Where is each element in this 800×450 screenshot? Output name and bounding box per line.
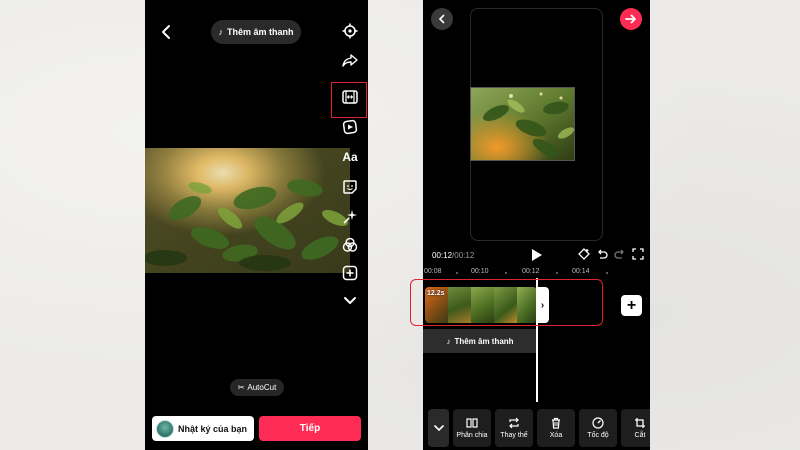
left-phone-screen: ♪ Thêm âm thanh Aa ✂ AutoCut Nhật ký của…: [145, 0, 368, 450]
fullscreen-icon[interactable]: [632, 248, 644, 260]
back-arrow-icon[interactable]: [157, 22, 177, 42]
autocut-label: AutoCut: [247, 383, 277, 392]
add-sound-button[interactable]: ♪ Thêm âm thanh: [211, 20, 301, 44]
play-icon[interactable]: [531, 248, 543, 262]
next-button[interactable]: Tiếp: [259, 416, 361, 441]
text-icon[interactable]: Aa: [341, 148, 359, 166]
collapse-toolbar-button[interactable]: [428, 409, 449, 447]
total-time: 00:12: [454, 251, 475, 260]
crop-button[interactable]: Cắt: [621, 409, 650, 447]
sticker-icon[interactable]: [341, 178, 359, 196]
split-button[interactable]: Phân chia: [453, 409, 491, 447]
replace-button[interactable]: Thay thế: [495, 409, 533, 447]
speed-button[interactable]: Tốc độ: [579, 409, 617, 447]
ruler-tick: 00:12: [522, 268, 540, 275]
delete-icon: [552, 417, 560, 429]
delete-label: Xóa: [549, 432, 563, 439]
split-icon: [466, 418, 478, 428]
delete-button[interactable]: Xóa: [537, 409, 575, 447]
settings-icon[interactable]: [341, 22, 359, 40]
continue-button[interactable]: [620, 8, 642, 30]
crop-icon: [635, 418, 645, 428]
music-note-icon: ♪: [218, 27, 223, 37]
timeline-ruler: 00:08 00:10 00:12 00:14: [423, 268, 650, 278]
replace-label: Thay thế: [500, 432, 528, 439]
plus-icon: +: [626, 296, 637, 314]
foliage-video-frame: [145, 148, 350, 273]
ruler-tick: 00:10: [471, 268, 489, 275]
chevron-left-icon: [438, 14, 445, 24]
add-clip-button[interactable]: +: [621, 295, 642, 316]
chevron-down-icon[interactable]: [341, 292, 359, 310]
speed-label: Tốc độ: [587, 432, 609, 439]
right-phone-screen: 00:12/00:12 00:08 00:10 00:12 00:14 12.2…: [423, 0, 650, 450]
split-label: Phân chia: [456, 432, 488, 439]
diary-label: Nhật ký của bạn: [178, 423, 248, 434]
sparkle-icon[interactable]: [341, 208, 359, 226]
add-icon[interactable]: [341, 264, 359, 282]
add-sound-track[interactable]: ♪ Thêm âm thanh: [423, 329, 537, 353]
music-note-icon: ♪: [446, 336, 451, 346]
arrow-right-icon: [625, 14, 636, 24]
filters-icon[interactable]: [341, 236, 359, 254]
autocut-button[interactable]: ✂ AutoCut: [230, 379, 284, 396]
back-button[interactable]: [431, 8, 453, 30]
avatar: [156, 419, 174, 438]
clip-highlight-box: [410, 279, 603, 326]
share-arrow-icon[interactable]: [341, 52, 359, 70]
ruler-tick: 00:14: [572, 268, 590, 275]
undo-icon[interactable]: [596, 248, 608, 260]
preview-video[interactable]: [470, 87, 575, 161]
your-diary-button[interactable]: Nhật ký của bạn: [152, 416, 254, 441]
autocut-icon: ✂: [237, 383, 245, 392]
current-time: 00:12: [432, 251, 453, 260]
effects-icon[interactable]: [341, 118, 359, 136]
keyframe-icon[interactable]: [578, 248, 590, 260]
ruler-tick: 00:08: [424, 268, 442, 275]
time-readout: 00:12/00:12: [432, 251, 474, 260]
crop-label: Cắt: [634, 432, 646, 439]
bottom-toolbar: Phân chia Thay thế Xóa Tốc độ Cắt: [423, 407, 650, 450]
redo-icon[interactable]: [614, 248, 626, 260]
video-preview[interactable]: [145, 148, 350, 273]
add-sound-label: Thêm âm thanh: [226, 27, 294, 37]
sound-track-label: Thêm âm thanh: [454, 336, 514, 346]
tool-highlight-box: [331, 82, 367, 118]
chevron-down-icon: [433, 425, 444, 432]
replace-icon: [509, 417, 519, 429]
page-background: [0, 0, 800, 450]
next-label: Tiếp: [299, 423, 321, 434]
speed-icon: [592, 417, 604, 429]
foliage-video-thumbnail: [471, 88, 574, 160]
